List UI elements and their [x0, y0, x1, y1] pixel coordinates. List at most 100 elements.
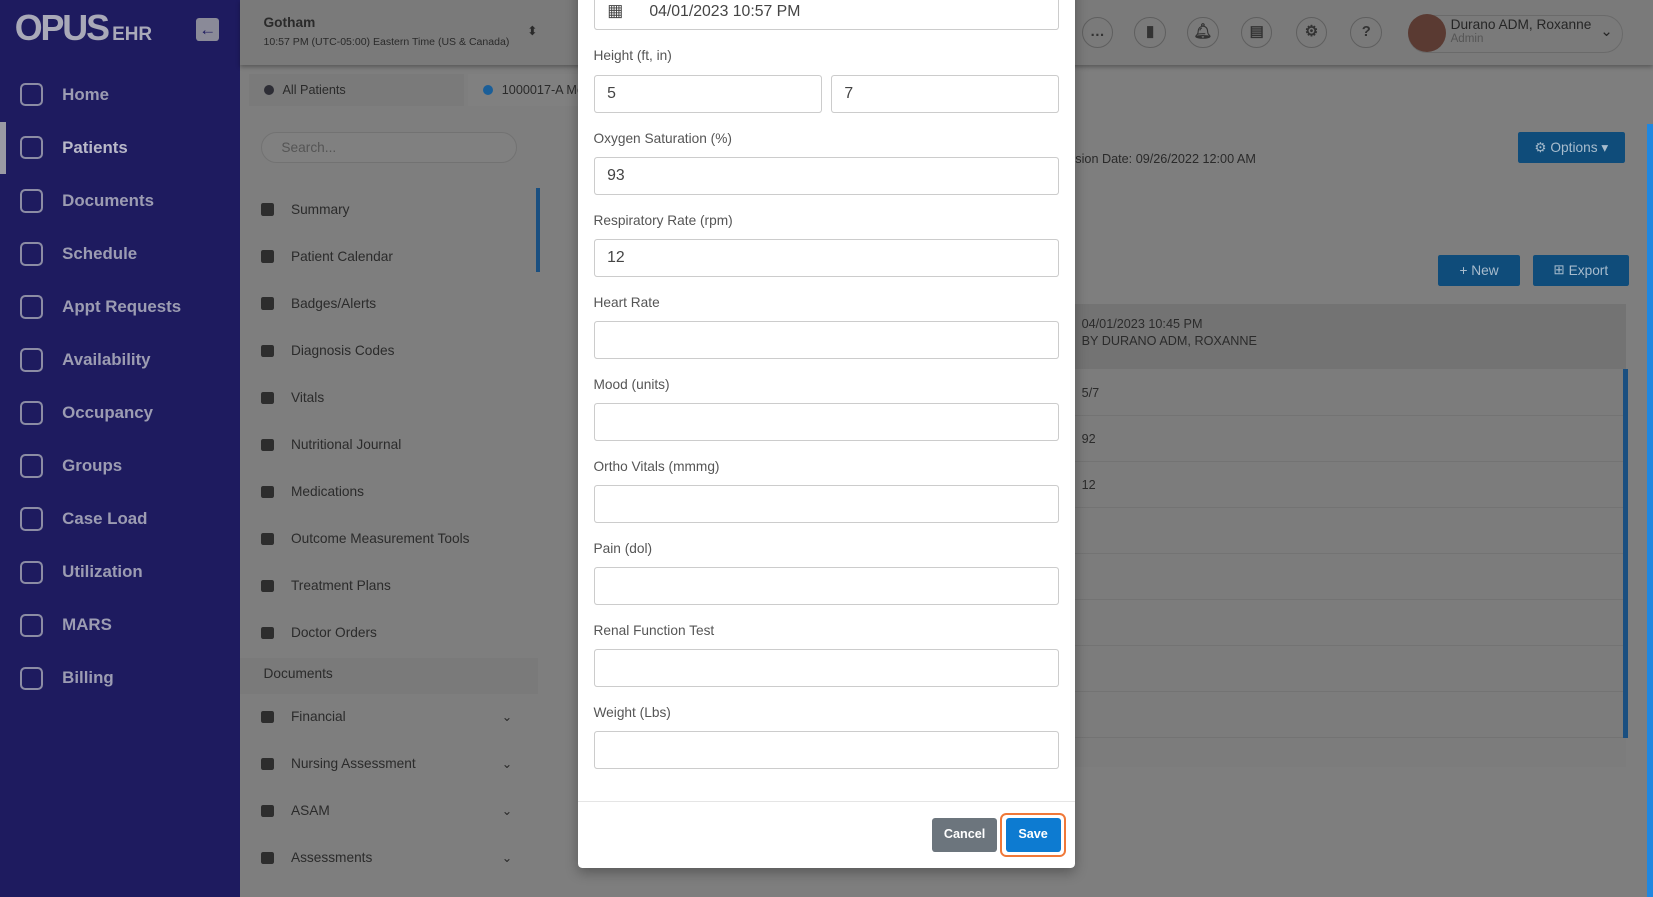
chevron-down-icon[interactable]: ⌄: [502, 803, 513, 818]
collapse-sidebar-button[interactable]: ←: [196, 17, 220, 42]
menu-scrollbar[interactable]: [535, 187, 540, 272]
height-inches-input[interactable]: 7: [830, 74, 1060, 113]
pain-dol-input[interactable]: [593, 566, 1060, 605]
sidebar-item-appt-requests[interactable]: Appt Requests: [0, 281, 240, 334]
menu-item-medications[interactable]: Medications: [261, 469, 525, 515]
menu-item-diagnosis-codes[interactable]: Diagnosis Codes: [261, 328, 525, 374]
menu-item-patient-calendar[interactable]: Patient Calendar: [261, 234, 525, 280]
new-button[interactable]: + New: [1437, 255, 1521, 286]
record-author: BY DURANO ADM, ROXANNE: [1081, 334, 1257, 349]
avatar: [1408, 13, 1447, 52]
heart-rateinput[interactable]: [593, 320, 1060, 359]
folder-icon: [261, 710, 275, 724]
documents-icon: [20, 189, 44, 213]
sidebar-item-utilization[interactable]: Utilization: [0, 546, 240, 599]
billing-icon: [20, 666, 44, 690]
vitals-modal: 04/01/2023 10:57 PM ▦ Height (ft, in) 5 7 O…: [577, 0, 1076, 868]
page-scrollbar[interactable]: [1646, 124, 1653, 897]
groups-icon: [20, 454, 44, 478]
sidebar-item-case-load[interactable]: Case Load: [0, 493, 240, 546]
menu-item-summary[interactable]: Summary: [261, 187, 525, 233]
save-button[interactable]: Save: [1000, 812, 1066, 858]
options-button[interactable]: ⚙ Options ▾: [1518, 131, 1625, 164]
menu-item-icon: [261, 626, 275, 640]
sidebar-item-schedule[interactable]: Schedule: [0, 228, 240, 281]
sidebar-item-documents[interactable]: Documents: [0, 175, 240, 228]
export-button[interactable]: ⊞ Export: [1532, 255, 1629, 286]
cancel-button[interactable]: Cancel: [931, 818, 998, 852]
calendar-icon[interactable]: ▦: [607, 0, 623, 21]
sidebar-item-mars[interactable]: MARS: [0, 599, 240, 652]
folder-icon: [261, 757, 275, 771]
field-label: Height (ft, in): [593, 48, 672, 64]
grid-scrollbar[interactable]: [1623, 368, 1628, 738]
book-icon[interactable]: ▮: [1134, 16, 1166, 49]
oxygen-saturation-input[interactable]: 93: [593, 156, 1060, 195]
sidebar-item-occupancy[interactable]: Occupancy: [0, 387, 240, 440]
folder-financial[interactable]: Financial ⌄: [261, 694, 525, 740]
date-field[interactable]: 04/01/2023 10:57 PM: [593, 0, 1060, 30]
sidebar-item-groups[interactable]: Groups: [0, 440, 240, 493]
record-header: 04/01/2023 10:45 PM BY DURANO ADM, ROXANN…: [1075, 303, 1626, 369]
mood-units-input[interactable]: [593, 402, 1060, 441]
caseload-icon: [20, 507, 44, 531]
dot-icon: [482, 84, 494, 96]
sidebar-item-availability[interactable]: Availability: [0, 334, 240, 387]
folder-icon: [261, 804, 275, 818]
pills-icon: [20, 613, 44, 637]
tab-all-patients[interactable]: All Patients: [248, 73, 464, 107]
folder-icon: [261, 851, 275, 865]
sidebar-item-home[interactable]: Home: [0, 69, 240, 122]
user-name: Durano ADM, Roxanne: [1450, 16, 1592, 32]
sidebar-item-patients[interactable]: Patients: [0, 121, 240, 175]
tab-patient[interactable]: 1000017-A Mo: [468, 73, 585, 107]
menu-item-treatment-plans[interactable]: Treatment Plans: [261, 563, 525, 609]
admission-date: sion Date: 09/26/2022 12:00 AM: [1075, 151, 1256, 166]
chevron-down-icon[interactable]: ⌄: [1600, 23, 1612, 40]
menu-item-badges-alerts[interactable]: Badges/Alerts: [261, 281, 525, 327]
users-icon: [20, 136, 44, 160]
home-icon: [20, 83, 44, 107]
weight-lbs-input[interactable]: [593, 730, 1060, 769]
renal-function-testinput[interactable]: [593, 648, 1060, 687]
menu-item-icon: [261, 532, 275, 546]
height-feet-input[interactable]: 5: [593, 74, 823, 113]
folder-assessments[interactable]: Assessments ⌄: [261, 835, 525, 881]
help-icon[interactable]: ?: [1350, 16, 1383, 49]
grid-row: 5/7: [1075, 370, 1626, 417]
app: OPUS EHR ← Home Patients Documents Schedule A…: [0, 0, 1653, 897]
sidebar-item-billing[interactable]: Billing: [0, 652, 240, 705]
menu-item-icon: [261, 579, 275, 593]
grid-row: 92: [1075, 416, 1626, 463]
chevron-down-icon[interactable]: ⌄: [502, 709, 513, 724]
chat-icon[interactable]: …: [1081, 16, 1114, 49]
menu-item-vitals[interactable]: Vitals: [261, 375, 525, 421]
grid-row: [1075, 600, 1626, 647]
folder-asam[interactable]: ASAM ⌄: [261, 788, 525, 834]
menu-item-nutritional-journal[interactable]: Nutritional Journal: [261, 422, 525, 468]
chevron-down-icon[interactable]: ⌄: [502, 850, 513, 865]
menu-item-doctor-orders[interactable]: Doctor Orders: [261, 610, 525, 656]
location-name[interactable]: Gotham: [264, 15, 316, 30]
sidebar: OPUS EHR ← Home Patients Documents Schedule A…: [0, 0, 241, 897]
logo: OPUS EHR: [14, 8, 153, 49]
folder-nursing-assessment[interactable]: Nursing Assessment ⌄: [261, 741, 525, 787]
dot-icon: [263, 84, 275, 96]
bell-icon[interactable]: 🔔︎: [1187, 16, 1219, 49]
clipboard-icon[interactable]: ▤: [1240, 16, 1273, 49]
grid-row: [1075, 692, 1626, 739]
field-label: Weight (Lbs): [593, 704, 671, 720]
search-input[interactable]: Search...: [261, 131, 517, 164]
chevron-down-icon[interactable]: ⌄: [502, 756, 513, 771]
respiratory-rate-rpm-input[interactable]: 12: [593, 238, 1060, 277]
grid-row: [1075, 508, 1626, 555]
field-label: Oxygen Saturation (%): [593, 130, 732, 146]
ortho-vitals-mmmg-input[interactable]: [593, 484, 1060, 523]
location-switch-icon[interactable]: ⬍: [527, 23, 538, 38]
field-label: Renal Function Test: [593, 622, 715, 638]
grid-row: [1075, 554, 1626, 601]
field-label: Respiratory Rate (rpm): [593, 212, 733, 228]
grid-row: [1075, 646, 1626, 693]
menu-item-outcome-measurement-tools[interactable]: Outcome Measurement Tools: [261, 516, 525, 562]
gear-icon[interactable]: ⚙: [1295, 16, 1328, 49]
